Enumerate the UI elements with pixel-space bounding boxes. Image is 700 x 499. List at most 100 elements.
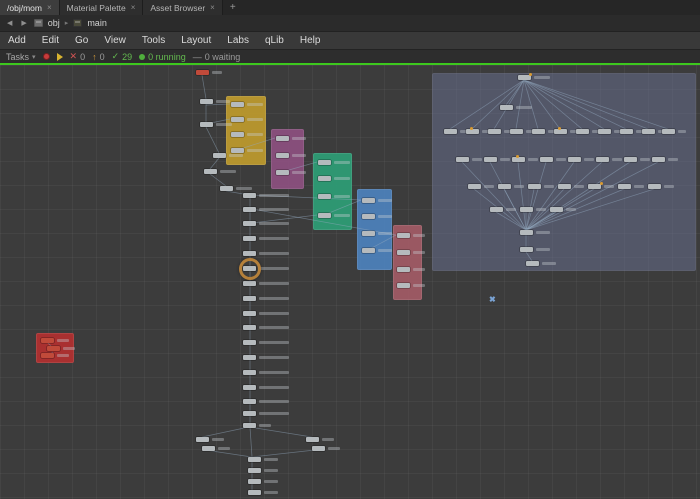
pane-tab-material-palette[interactable]: Material Palette × — [60, 0, 144, 15]
network-node[interactable] — [276, 153, 289, 158]
menu-tools[interactable]: Tools — [134, 32, 173, 49]
network-node[interactable] — [243, 281, 256, 286]
network-node[interactable] — [243, 340, 256, 345]
network-node[interactable] — [554, 129, 567, 134]
network-node[interactable] — [231, 117, 244, 122]
network-node[interactable] — [540, 157, 553, 162]
network-node[interactable] — [243, 399, 256, 404]
network-marker[interactable]: ✖ — [489, 296, 496, 304]
network-node[interactable] — [243, 355, 256, 360]
network-node[interactable] — [318, 194, 331, 199]
network-node[interactable] — [648, 184, 661, 189]
network-node[interactable] — [484, 157, 497, 162]
network-node[interactable] — [512, 157, 525, 162]
network-node[interactable] — [312, 446, 325, 451]
network-node[interactable] — [243, 221, 256, 226]
network-node[interactable] — [526, 261, 539, 266]
network-node[interactable] — [243, 311, 256, 316]
network-node[interactable] — [558, 184, 571, 189]
close-icon[interactable]: × — [131, 3, 136, 12]
network-node[interactable] — [243, 207, 256, 212]
network-node[interactable] — [196, 437, 209, 442]
network-node[interactable] — [243, 370, 256, 375]
network-node[interactable] — [620, 129, 633, 134]
network-node[interactable] — [276, 136, 289, 141]
network-node[interactable] — [196, 70, 209, 75]
menu-qlib[interactable]: qLib — [257, 32, 292, 49]
network-node[interactable] — [243, 325, 256, 330]
network-node[interactable] — [362, 214, 375, 219]
network-node[interactable] — [397, 283, 410, 288]
network-node[interactable] — [520, 247, 533, 252]
menu-help[interactable]: Help — [292, 32, 329, 49]
network-node[interactable] — [220, 186, 233, 191]
network-node[interactable] — [642, 129, 655, 134]
menu-layout[interactable]: Layout — [173, 32, 219, 49]
network-node[interactable] — [243, 236, 256, 241]
network-node[interactable] — [243, 251, 256, 256]
pane-tab-obj-mom[interactable]: /obj/mom × — [0, 0, 60, 15]
network-node[interactable] — [202, 446, 215, 451]
network-node[interactable] — [200, 99, 213, 104]
network-node[interactable] — [318, 176, 331, 181]
close-icon[interactable]: × — [47, 3, 52, 12]
network-node[interactable] — [362, 231, 375, 236]
network-node[interactable] — [397, 233, 410, 238]
network-node[interactable] — [444, 129, 457, 134]
network-node[interactable] — [568, 157, 581, 162]
network-node[interactable] — [204, 169, 217, 174]
menu-view[interactable]: View — [96, 32, 134, 49]
network-node[interactable] — [576, 129, 589, 134]
network-node[interactable] — [41, 338, 54, 343]
forward-arrow-icon[interactable]: ▶ — [19, 19, 28, 27]
network-node[interactable] — [47, 346, 60, 351]
network-node[interactable] — [520, 230, 533, 235]
network-node[interactable] — [488, 129, 501, 134]
network-node[interactable] — [243, 423, 256, 428]
network-node[interactable] — [588, 184, 601, 189]
network-node[interactable] — [248, 468, 261, 473]
pane-tab-asset-browser[interactable]: Asset Browser × — [143, 0, 222, 15]
network-node[interactable] — [213, 153, 226, 158]
network-node[interactable] — [231, 132, 244, 137]
network-node[interactable] — [490, 207, 503, 212]
network-node[interactable] — [362, 198, 375, 203]
cancel-tasks-icon[interactable] — [43, 53, 50, 60]
network-node[interactable] — [397, 250, 410, 255]
network-node[interactable] — [500, 105, 513, 110]
network-node[interactable] — [248, 479, 261, 484]
tasks-dropdown[interactable]: Tasks ▾ — [6, 52, 36, 62]
close-icon[interactable]: × — [210, 3, 215, 12]
network-node[interactable] — [231, 148, 244, 153]
network-canvas[interactable]: ✖ — [0, 65, 700, 499]
network-node[interactable] — [248, 490, 261, 495]
menu-edit[interactable]: Edit — [34, 32, 67, 49]
network-node[interactable] — [624, 157, 637, 162]
network-node[interactable] — [306, 437, 319, 442]
path-current-node[interactable]: main — [87, 18, 107, 28]
network-node[interactable] — [652, 157, 665, 162]
menu-labs[interactable]: Labs — [219, 32, 257, 49]
network-node[interactable] — [510, 129, 523, 134]
network-node[interactable] — [41, 353, 54, 358]
network-node[interactable] — [243, 193, 256, 198]
network-node[interactable] — [456, 157, 469, 162]
resume-tasks-icon[interactable] — [57, 53, 63, 61]
network-node[interactable] — [243, 296, 256, 301]
network-node[interactable] — [528, 184, 541, 189]
network-node[interactable] — [318, 160, 331, 165]
network-node[interactable] — [243, 385, 256, 390]
network-node[interactable] — [231, 102, 244, 107]
network-node[interactable] — [498, 184, 511, 189]
network-node[interactable] — [276, 170, 289, 175]
network-node[interactable] — [550, 207, 563, 212]
path-context[interactable]: obj — [48, 18, 60, 28]
menu-go[interactable]: Go — [67, 32, 96, 49]
network-node[interactable] — [532, 129, 545, 134]
network-node[interactable] — [397, 267, 410, 272]
network-node[interactable] — [243, 411, 256, 416]
network-node[interactable] — [466, 129, 479, 134]
network-node[interactable] — [662, 129, 675, 134]
network-node[interactable] — [618, 184, 631, 189]
new-tab-button[interactable]: + — [223, 0, 243, 15]
